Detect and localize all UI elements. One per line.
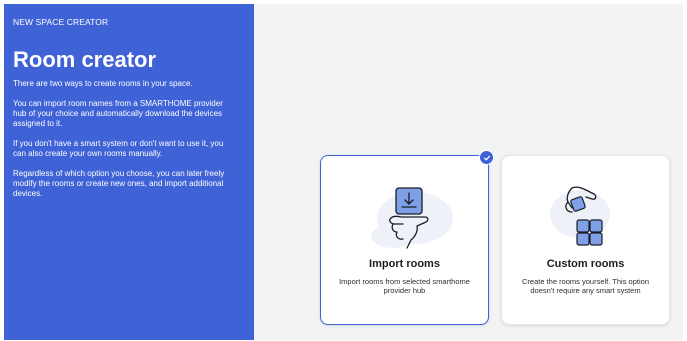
- import-rooms-label: Import rooms: [369, 258, 440, 270]
- hand-download-icon: [321, 176, 488, 256]
- intro-paragraph-3: If you don't have a smart system or don'…: [13, 139, 224, 158]
- selected-check-icon: [479, 150, 494, 165]
- custom-rooms-card[interactable]: Custom rooms Create the rooms yourself. …: [501, 155, 670, 325]
- intro-paragraph-2: You can import room names from a SMARTHO…: [13, 99, 223, 128]
- intro-paragraph-1: There are two ways to create rooms in yo…: [13, 79, 193, 88]
- intro-paragraph-4: Regardless of which option you choose, y…: [13, 169, 225, 198]
- import-rooms-description: Import rooms from selected smarthome pro…: [339, 277, 470, 295]
- space-creator-window: NEW SPACE CREATOR Room creator There are…: [4, 4, 683, 340]
- import-rooms-card[interactable]: Import rooms Import rooms from selected …: [320, 150, 494, 325]
- hand-blocks-icon: [502, 176, 669, 256]
- custom-rooms-label: Custom rooms: [546, 258, 625, 270]
- page-title: Room creator: [13, 47, 157, 72]
- wizard-overline: NEW SPACE CREATOR: [13, 17, 109, 27]
- options-area: Import rooms Import rooms from selected …: [254, 4, 683, 340]
- info-sidebar: NEW SPACE CREATOR Room creator There are…: [4, 4, 254, 340]
- custom-rooms-description: Create the rooms yourself. This option d…: [521, 277, 649, 295]
